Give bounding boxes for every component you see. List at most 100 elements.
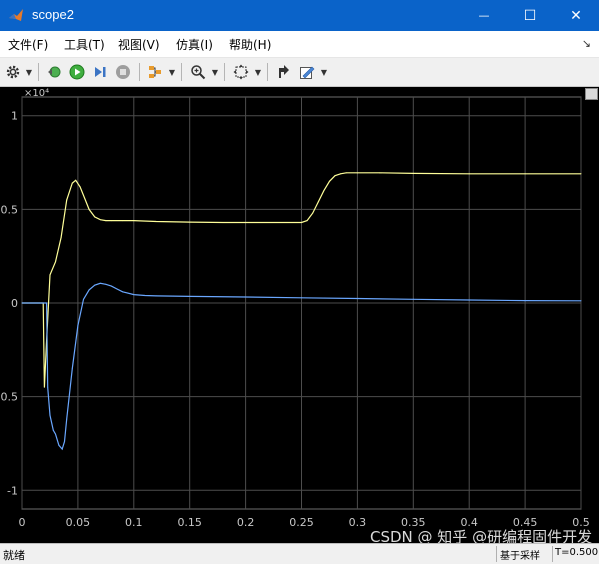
- settings-dropdown-icon[interactable]: ▼: [25, 62, 33, 82]
- data-point-series-1: [245, 221, 247, 223]
- zoom-button[interactable]: [188, 62, 208, 82]
- zoom-dropdown-icon[interactable]: ▼: [211, 62, 219, 82]
- y-tick-label: -1: [7, 484, 18, 497]
- data-point-series-1: [340, 173, 342, 175]
- data-point-series-1: [323, 190, 325, 192]
- data-point-series-2: [155, 295, 157, 297]
- menu-help[interactable]: 帮助(H): [229, 36, 271, 53]
- maximize-icon: ☐: [523, 7, 537, 24]
- data-point-series-2: [105, 283, 107, 285]
- style-button[interactable]: [297, 62, 317, 82]
- matlab-app-icon: [9, 9, 23, 21]
- restore-button[interactable]: [44, 62, 64, 82]
- data-point-series-2: [116, 288, 118, 290]
- settings-button[interactable]: [3, 62, 23, 82]
- highlight-button[interactable]: [145, 62, 165, 82]
- data-point-series-1: [55, 261, 57, 263]
- y-tick-label: 0.5: [1, 203, 19, 216]
- stop-button[interactable]: [113, 62, 133, 82]
- data-point-series-2: [47, 386, 49, 388]
- data-point-series-2: [58, 444, 60, 446]
- status-bar: 就绪 基于采样 T=0.500: [0, 543, 599, 564]
- data-point-series-1: [312, 212, 314, 214]
- autoscale-button[interactable]: [231, 62, 251, 82]
- undock-icon[interactable]: ↘: [582, 37, 591, 50]
- data-point-series-1: [88, 208, 90, 210]
- data-point-series-2: [77, 324, 79, 326]
- scope-display: 0 0.05 0.1 0.15 0.2 0.25 0.3 0.35 0.4 0.45 0.5 1 0.5…: [0, 87, 599, 543]
- close-button[interactable]: ✕: [553, 0, 599, 31]
- menu-view[interactable]: 视图(V): [118, 36, 160, 53]
- data-point-series-1: [71, 182, 73, 184]
- toolbar-divider: [224, 63, 225, 81]
- x-tick-label: 0: [19, 516, 26, 529]
- data-point-series-1: [105, 220, 107, 222]
- status-divider: [496, 546, 497, 562]
- minimize-icon: —: [478, 9, 490, 22]
- step-forward-button[interactable]: [90, 62, 110, 82]
- data-point-series-1: [412, 172, 414, 174]
- gear-icon: [6, 65, 20, 79]
- data-point-series-2: [52, 429, 54, 431]
- data-point-series-1: [301, 221, 302, 223]
- toolbar-divider: [38, 63, 39, 81]
- status-divider: [552, 546, 553, 562]
- data-point-series-1: [334, 175, 336, 177]
- data-point-series-2: [524, 300, 526, 302]
- data-point-series-2: [49, 414, 51, 416]
- data-point-series-2: [88, 289, 90, 291]
- data-point-series-2: [63, 441, 65, 443]
- data-point-series-1: [99, 219, 101, 221]
- data-point-series-2: [55, 433, 57, 435]
- x-tick-label: 0.2: [237, 516, 255, 529]
- minimize-button[interactable]: —: [461, 0, 507, 31]
- data-point-series-1: [580, 173, 582, 175]
- maximize-button[interactable]: ☐: [507, 0, 553, 31]
- style-dropdown-icon[interactable]: ▼: [320, 62, 328, 82]
- cursor-measure-button[interactable]: [274, 62, 294, 82]
- menu-simulation[interactable]: 仿真(I): [176, 36, 213, 53]
- data-point-series-2: [71, 368, 73, 370]
- data-point-series-2: [356, 298, 358, 300]
- data-point-series-2: [189, 295, 191, 297]
- data-point-series-1: [328, 180, 330, 182]
- data-point-series-2: [580, 300, 582, 302]
- axis-exponent-label: ×10⁴: [24, 88, 49, 99]
- data-point-series-1: [94, 216, 96, 218]
- highlight-icon: [149, 66, 161, 78]
- menu-tools[interactable]: 工具(T): [64, 36, 105, 53]
- status-time: T=0.500: [555, 547, 599, 558]
- data-point-series-1: [43, 386, 45, 388]
- scope-plot: 0 0.05 0.1 0.15 0.2 0.25 0.3 0.35 0.4 0.45 0.510.5…: [0, 88, 590, 529]
- x-tick-label: 0.25: [289, 516, 314, 529]
- run-icon: [69, 64, 85, 80]
- data-point-series-1: [468, 173, 470, 175]
- autoscale-icon: [233, 64, 249, 80]
- status-ready: 就绪: [3, 549, 25, 562]
- data-point-series-1: [356, 172, 358, 174]
- stop-icon: [116, 65, 130, 79]
- y-tick-label: -0.5: [0, 391, 18, 404]
- autoscale-dropdown-icon[interactable]: ▼: [254, 62, 262, 82]
- cursor-measure-icon: [279, 65, 289, 78]
- data-point-series-1: [267, 221, 269, 223]
- run-button[interactable]: [67, 62, 87, 82]
- data-point-series-1: [79, 186, 81, 188]
- data-point-series-2: [133, 294, 135, 296]
- window-title: scope2: [32, 7, 74, 22]
- highlight-dropdown-icon[interactable]: ▼: [168, 62, 176, 82]
- legend-toggle-button[interactable]: [585, 88, 598, 100]
- data-point-series-2: [94, 284, 96, 286]
- menu-file[interactable]: 文件(F): [8, 36, 48, 53]
- toolbar-divider: [139, 63, 140, 81]
- toolbar: ▼ ▼ ▼ ▼ ▼: [0, 58, 599, 87]
- toolbar-divider: [267, 63, 268, 81]
- data-point-series-1: [155, 221, 157, 223]
- data-point-series-2: [245, 296, 247, 298]
- data-point-series-1: [133, 220, 135, 222]
- data-point-series-2: [61, 448, 63, 450]
- x-tick-label: 0.1: [125, 516, 143, 529]
- data-point-series-2: [99, 282, 101, 284]
- x-tick-label: 0.05: [66, 516, 91, 529]
- y-tick-label: 0: [11, 297, 18, 310]
